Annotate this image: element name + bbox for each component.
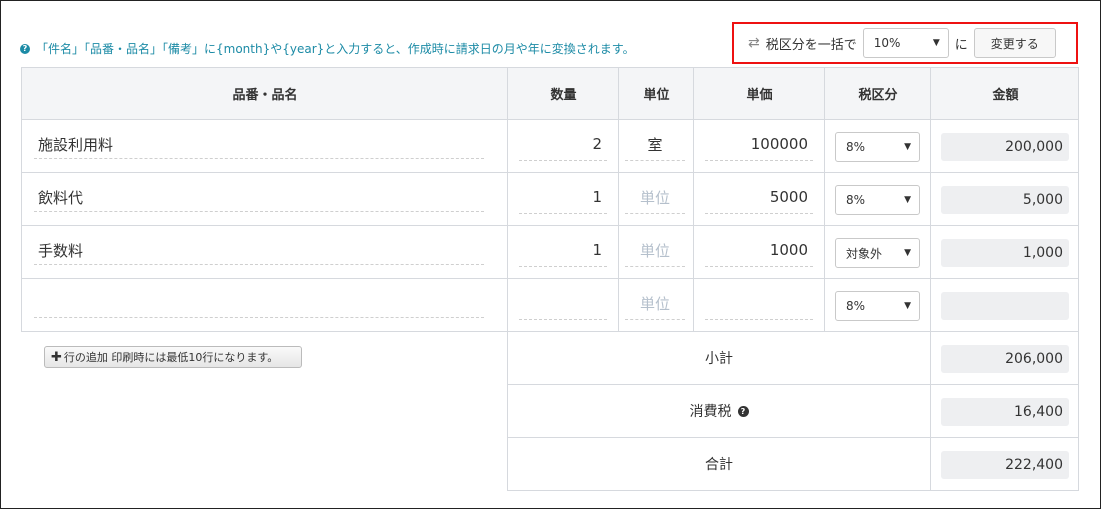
grid-line: [1078, 119, 1079, 491]
item-unit-placeholder[interactable]: 単位: [625, 285, 685, 321]
grid-line: [824, 67, 825, 332]
input-underline: [519, 160, 607, 161]
item-price[interactable]: [705, 285, 808, 321]
input-underline: [705, 213, 813, 214]
swap-arrows-icon: ⇄: [748, 35, 760, 51]
subtotal-label: 小計: [705, 351, 733, 367]
item-qty[interactable]: 2: [519, 126, 602, 162]
tax-select[interactable]: 8% ▼: [835, 132, 920, 162]
input-underline: [625, 266, 685, 267]
tax-select[interactable]: 対象外 ▼: [835, 238, 920, 268]
bulk-tax-select-value: 10%: [873, 36, 901, 50]
grid-line: [21, 278, 1079, 279]
header-tax: 税区分: [858, 88, 898, 103]
tax-amount: 16,400: [941, 398, 1069, 426]
table-header: 品番・品名 数量 単位 単価 税区分 金額: [21, 67, 1079, 120]
input-underline: [625, 319, 685, 320]
tax-summary: 消費税 ?: [508, 385, 930, 437]
item-price[interactable]: 100000: [705, 126, 808, 162]
input-underline: [34, 317, 484, 318]
total-label: 合計: [705, 457, 733, 473]
grid-line: [21, 172, 1079, 173]
tax-select[interactable]: 8% ▼: [835, 291, 920, 321]
item-name[interactable]: 飲料代: [38, 179, 83, 215]
item-amount: 1,000: [941, 239, 1069, 267]
tax-select-value: 8%: [846, 193, 866, 207]
grid-line: [618, 67, 619, 332]
bulk-change-button[interactable]: 変更する: [973, 28, 1056, 58]
tax-select[interactable]: 8% ▼: [835, 185, 920, 215]
grid-line: [930, 67, 931, 491]
add-row-button[interactable]: ✚ 行の追加 印刷時には最低10行になります。: [44, 346, 302, 368]
subtotal-amount: 206,000: [941, 345, 1069, 373]
chevron-down-icon: ▼: [904, 301, 911, 311]
item-price[interactable]: 5000: [705, 179, 808, 215]
input-underline: [519, 266, 607, 267]
chevron-down-icon: ▼: [904, 248, 911, 258]
tax-select-value: 8%: [846, 299, 866, 313]
item-qty[interactable]: 1: [519, 179, 602, 215]
header-name: 品番・品名: [232, 88, 298, 103]
item-qty[interactable]: [519, 285, 602, 321]
input-underline: [34, 211, 484, 212]
chevron-down-icon: ▼: [904, 195, 911, 205]
help-icon[interactable]: ?: [737, 405, 749, 417]
input-underline: [625, 213, 685, 214]
input-underline: [705, 266, 813, 267]
question-icon: ?: [20, 43, 30, 54]
input-underline: [519, 319, 607, 320]
tax-select-value: 対象外: [846, 246, 883, 261]
bulk-tax-change-panel: ⇄ 税区分を一括で 10% ▼ に 変更する: [732, 22, 1078, 64]
tax-select-value: 8%: [846, 140, 866, 154]
bulk-tax-label: 税区分を一括で: [765, 37, 857, 53]
header-unit: 単位: [643, 88, 670, 103]
info-text: 「件名」「品番・品名」「備考」に{month}や{year}と入力すると、作成時…: [36, 42, 635, 56]
plus-icon: ✚: [51, 349, 62, 365]
header-price: 単価: [746, 88, 773, 103]
tax-label: 消費税: [689, 404, 732, 420]
input-underline: [705, 160, 813, 161]
header-amount: 金額: [992, 88, 1019, 103]
input-underline: [519, 213, 607, 214]
total-amount: 222,400: [941, 451, 1069, 479]
add-row-label: 行の追加 印刷時には最低10行になります。: [63, 351, 279, 364]
grid-line: [21, 225, 1079, 226]
bulk-tax-suffix: に: [954, 37, 968, 53]
grid-line: [693, 67, 694, 332]
item-amount: [941, 292, 1069, 320]
header-qty: 数量: [550, 88, 577, 103]
info-note: ? 「件名」「品番・品名」「備考」に{month}や{year}と入力すると、作…: [20, 40, 635, 57]
input-underline: [705, 319, 813, 320]
chevron-down-icon: ▼: [932, 38, 940, 48]
item-price[interactable]: 1000: [705, 232, 808, 268]
item-name[interactable]: 施設利用料: [38, 126, 113, 162]
input-underline: [34, 264, 484, 265]
input-underline: [34, 158, 484, 159]
item-amount: 200,000: [941, 133, 1069, 161]
item-unit[interactable]: 室: [625, 126, 685, 162]
input-underline: [625, 160, 685, 161]
item-amount: 5,000: [941, 186, 1069, 214]
grid-line: [507, 490, 1079, 491]
item-qty[interactable]: 1: [519, 232, 602, 268]
item-unit-placeholder[interactable]: 単位: [625, 179, 685, 215]
item-name[interactable]: 手数料: [38, 232, 83, 268]
item-unit-placeholder[interactable]: 単位: [625, 232, 685, 268]
chevron-down-icon: ▼: [904, 142, 911, 152]
bulk-tax-select[interactable]: 10% ▼: [862, 28, 949, 58]
